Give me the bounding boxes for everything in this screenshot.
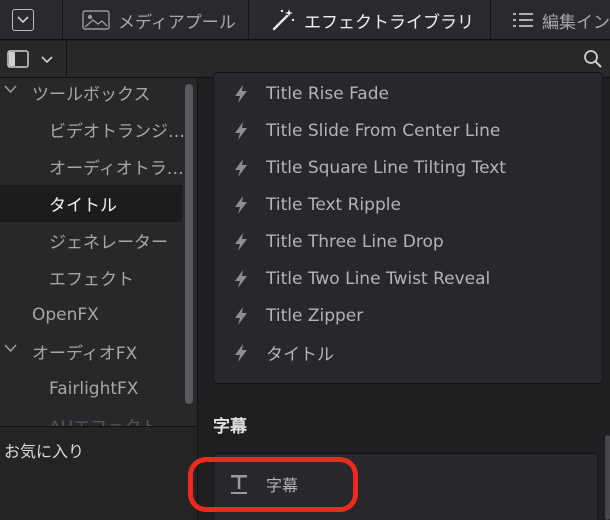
lightning-icon: [235, 270, 247, 288]
sidebar-item-au-effects[interactable]: AUエフェクト: [0, 407, 182, 426]
favorites-panel: お気に入り: [0, 426, 197, 520]
subbar-divider: [66, 41, 67, 78]
list-item-label: Title Two Line Twist Reveal: [266, 268, 491, 289]
list-item-label: Title Rise Fade: [266, 83, 389, 104]
titles-list: Title Rise Fade Title Slide From Center …: [213, 72, 603, 384]
list-item-label: タイトル: [266, 345, 334, 365]
edit-index-tab[interactable]: 編集イン: [512, 0, 610, 40]
sidebar-scrollbar[interactable]: [185, 84, 193, 404]
sidebar-item-label: オーディオトラ…: [49, 159, 184, 179]
chevron-down-icon: [4, 344, 17, 353]
sidebar-item-openfx[interactable]: OpenFX: [0, 296, 182, 333]
toolbar-divider: [490, 0, 491, 40]
media-pool-tab[interactable]: メディアプール: [82, 0, 236, 40]
list-item-label: Title Square Line Tilting Text: [266, 157, 506, 178]
sidebar-item-label: ツールボックス: [32, 85, 151, 105]
sidebar-item-label: オーディオFX: [32, 344, 138, 364]
sidebar-item-label: FairlightFX: [49, 378, 139, 399]
sidebar-item-effects[interactable]: エフェクト: [0, 259, 182, 296]
sidebar-item-fairlightfx[interactable]: FairlightFX: [0, 370, 182, 407]
sidebar-item-titles[interactable]: タイトル: [0, 185, 182, 222]
lightning-icon: [235, 344, 247, 362]
list-icon: [513, 13, 533, 27]
list-item-label: Title Zipper: [266, 305, 364, 326]
highlight-annotation: [188, 457, 358, 512]
effects-library-tab[interactable]: エフェクトライブラリ: [270, 0, 474, 40]
library-sidebar: ツールボックス ビデオトランジ… オーディオトラ… タイトル ジェネレーター エ…: [0, 78, 197, 426]
sidebar-item-toolbox[interactable]: ツールボックス: [0, 78, 182, 111]
lightning-icon: [235, 159, 247, 177]
chevron-down-icon[interactable]: [41, 56, 53, 64]
panel-menu-button[interactable]: [12, 9, 34, 31]
list-item[interactable]: タイトル: [214, 334, 604, 371]
list-item[interactable]: Title Text Ripple: [214, 186, 604, 223]
list-item[interactable]: Title Zipper: [214, 297, 604, 334]
chevron-down-icon: [4, 85, 17, 94]
lightning-icon: [235, 307, 247, 325]
sidebar-toggle-icon[interactable]: [7, 50, 29, 68]
media-pool-label: メディアプール: [118, 12, 236, 33]
sidebar-item-label: タイトル: [49, 196, 117, 216]
list-item[interactable]: Title Rise Fade: [214, 75, 604, 112]
effects-library-label: エフェクトライブラリ: [304, 12, 474, 33]
chevron-down-icon: [17, 16, 29, 24]
toolbar-divider: [62, 0, 63, 40]
content-scrollbar[interactable]: [605, 435, 610, 520]
list-item-label: Title Three Line Drop: [266, 231, 444, 252]
toolbar-divider: [248, 0, 249, 40]
lightning-icon: [235, 122, 247, 140]
favorites-label: お気に入り: [4, 442, 85, 461]
list-item[interactable]: Title Slide From Center Line: [214, 112, 604, 149]
lightning-icon: [235, 233, 247, 251]
image-icon: [82, 10, 110, 30]
list-item-label: Title Text Ripple: [266, 194, 401, 215]
sidebar-item-label: OpenFX: [32, 304, 99, 325]
sidebar-item-video-transitions[interactable]: ビデオトランジ…: [0, 111, 185, 148]
sidebar-item-generators[interactable]: ジェネレーター: [0, 222, 182, 259]
list-item[interactable]: Title Two Line Twist Reveal: [214, 260, 604, 297]
list-item[interactable]: Title Three Line Drop: [214, 223, 604, 260]
sidebar-item-label: ジェネレーター: [49, 233, 168, 253]
list-item-label: Title Slide From Center Line: [266, 120, 501, 141]
effects-content: Title Rise Fade Title Slide From Center …: [198, 72, 610, 520]
sidebar-item-audio-fx[interactable]: オーディオFX: [0, 333, 182, 370]
sidebar-item-audio-transitions[interactable]: オーディオトラ…: [0, 148, 184, 185]
top-toolbar: メディアプール エフェクトライブラリ 編集イン: [0, 0, 610, 40]
subtitles-section-header: 字幕: [213, 417, 247, 437]
sidebar-item-label: AUエフェクト: [49, 413, 158, 426]
lightning-icon: [235, 196, 247, 214]
edit-index-label: 編集イン: [542, 12, 610, 33]
magic-wand-icon: [272, 9, 295, 31]
sidebar-item-label: ビデオトランジ…: [49, 122, 185, 142]
list-item[interactable]: Title Square Line Tilting Text: [214, 149, 604, 186]
sidebar-item-label: エフェクト: [49, 270, 134, 290]
search-icon[interactable]: [583, 49, 603, 69]
lightning-icon: [235, 85, 247, 103]
